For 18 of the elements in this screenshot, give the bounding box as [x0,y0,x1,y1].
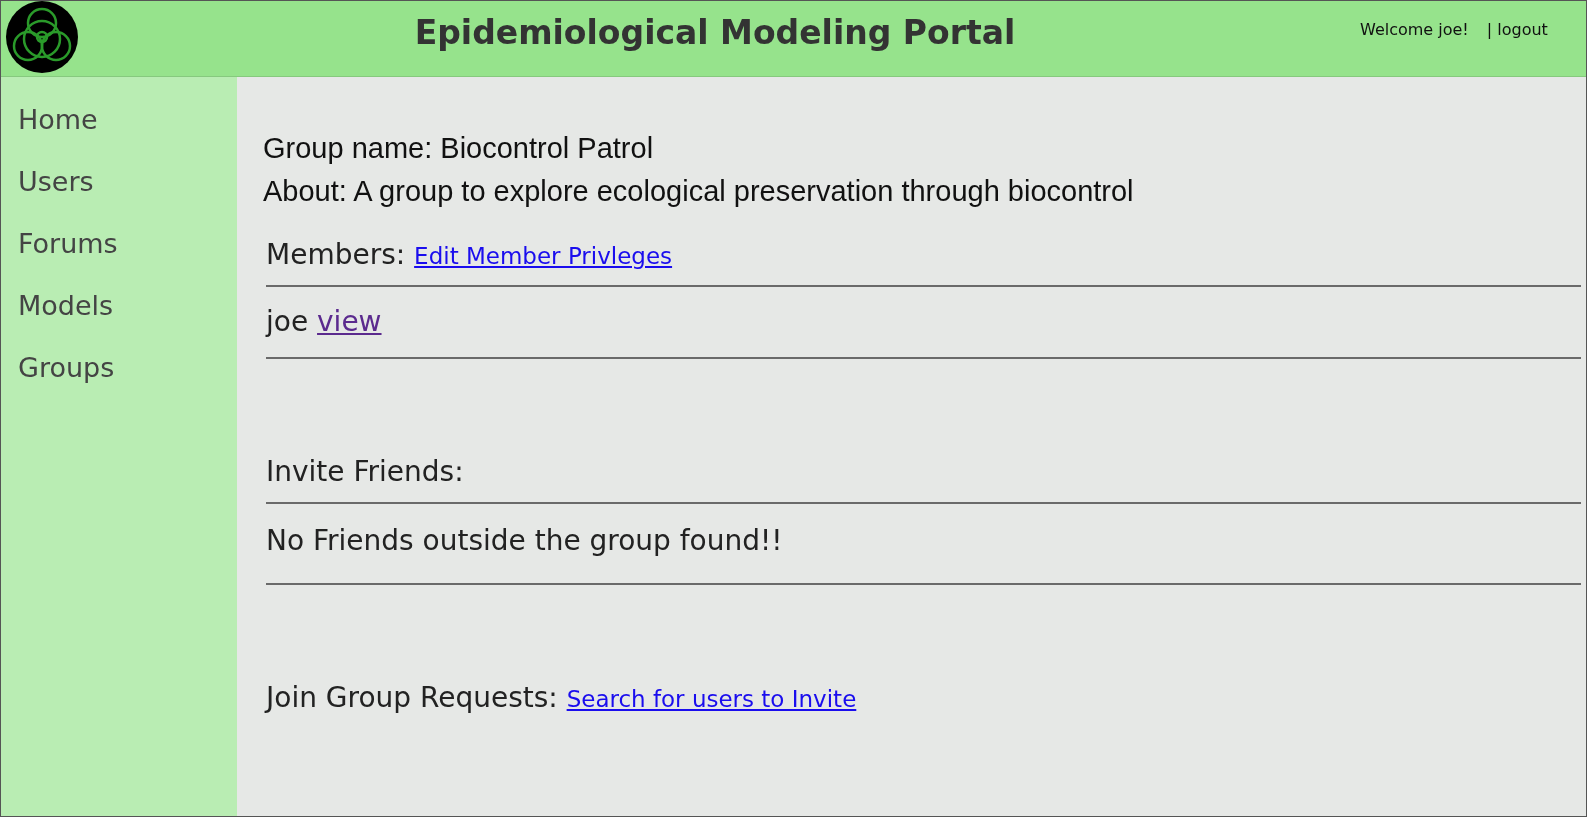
nav-link[interactable]: Models [1,291,114,353]
member-name: joe [266,305,309,338]
section-label: Members: [266,238,406,271]
site-title: Epidemiological Modeling Portal [413,13,1017,52]
view-link[interactable]: view [317,305,382,338]
section-label: Join Group Requests: [266,681,558,714]
about-text: About: A group to explore ecological preservation through biocontrol [263,174,1135,209]
link[interactable]: Search for users to Invite [566,686,857,712]
empty-message: No Friends outside the group found!! [266,524,784,557]
logout-link[interactable]: | logout [1486,20,1548,39]
nav-link[interactable]: Groups [1,353,115,415]
nav-link[interactable]: Users [1,167,94,229]
section-label: Invite Friends: [266,455,464,488]
link[interactable]: Edit Member Privleges [414,243,673,269]
welcome-text: Welcome joe! [1360,20,1469,39]
nav-link[interactable]: Home [1,105,98,167]
group-name-text: Group name: Biocontrol Patrol [263,131,655,166]
nav-link[interactable]: Forums [1,229,118,291]
